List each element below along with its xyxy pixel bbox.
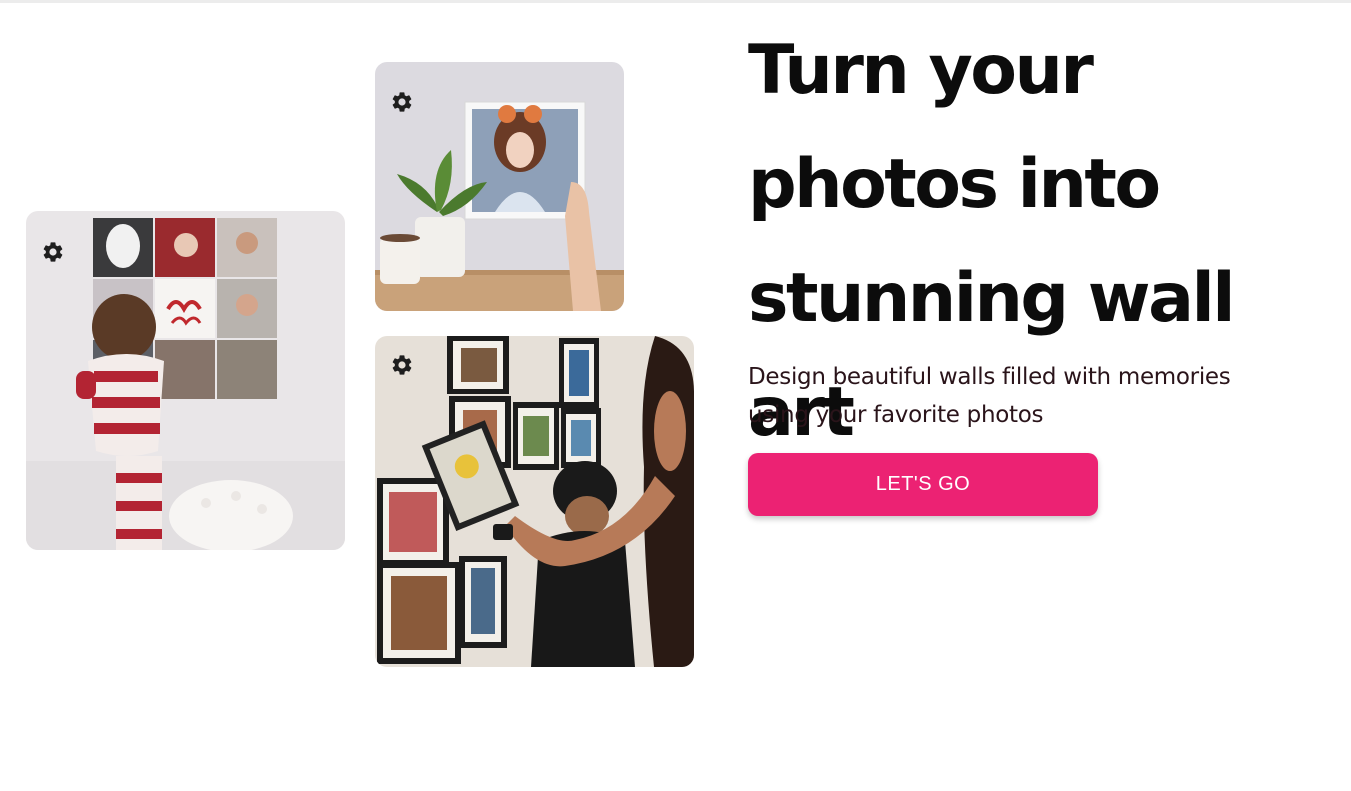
gear-icon[interactable]	[390, 353, 414, 377]
hero-subtitle: Design beautiful walls filled with memor…	[748, 364, 1231, 428]
child-grid-photo	[26, 211, 345, 550]
gallery-photo-family-frames[interactable]	[375, 336, 694, 667]
top-divider	[0, 0, 1351, 3]
family-frames-photo	[375, 336, 694, 667]
gear-icon[interactable]	[390, 90, 414, 114]
lets-go-button[interactable]: LET'S GO	[748, 453, 1098, 516]
gear-icon[interactable]	[41, 240, 65, 264]
gallery-photo-child-grid[interactable]	[26, 211, 345, 550]
gallery-photo-framed-portrait[interactable]	[375, 62, 624, 311]
